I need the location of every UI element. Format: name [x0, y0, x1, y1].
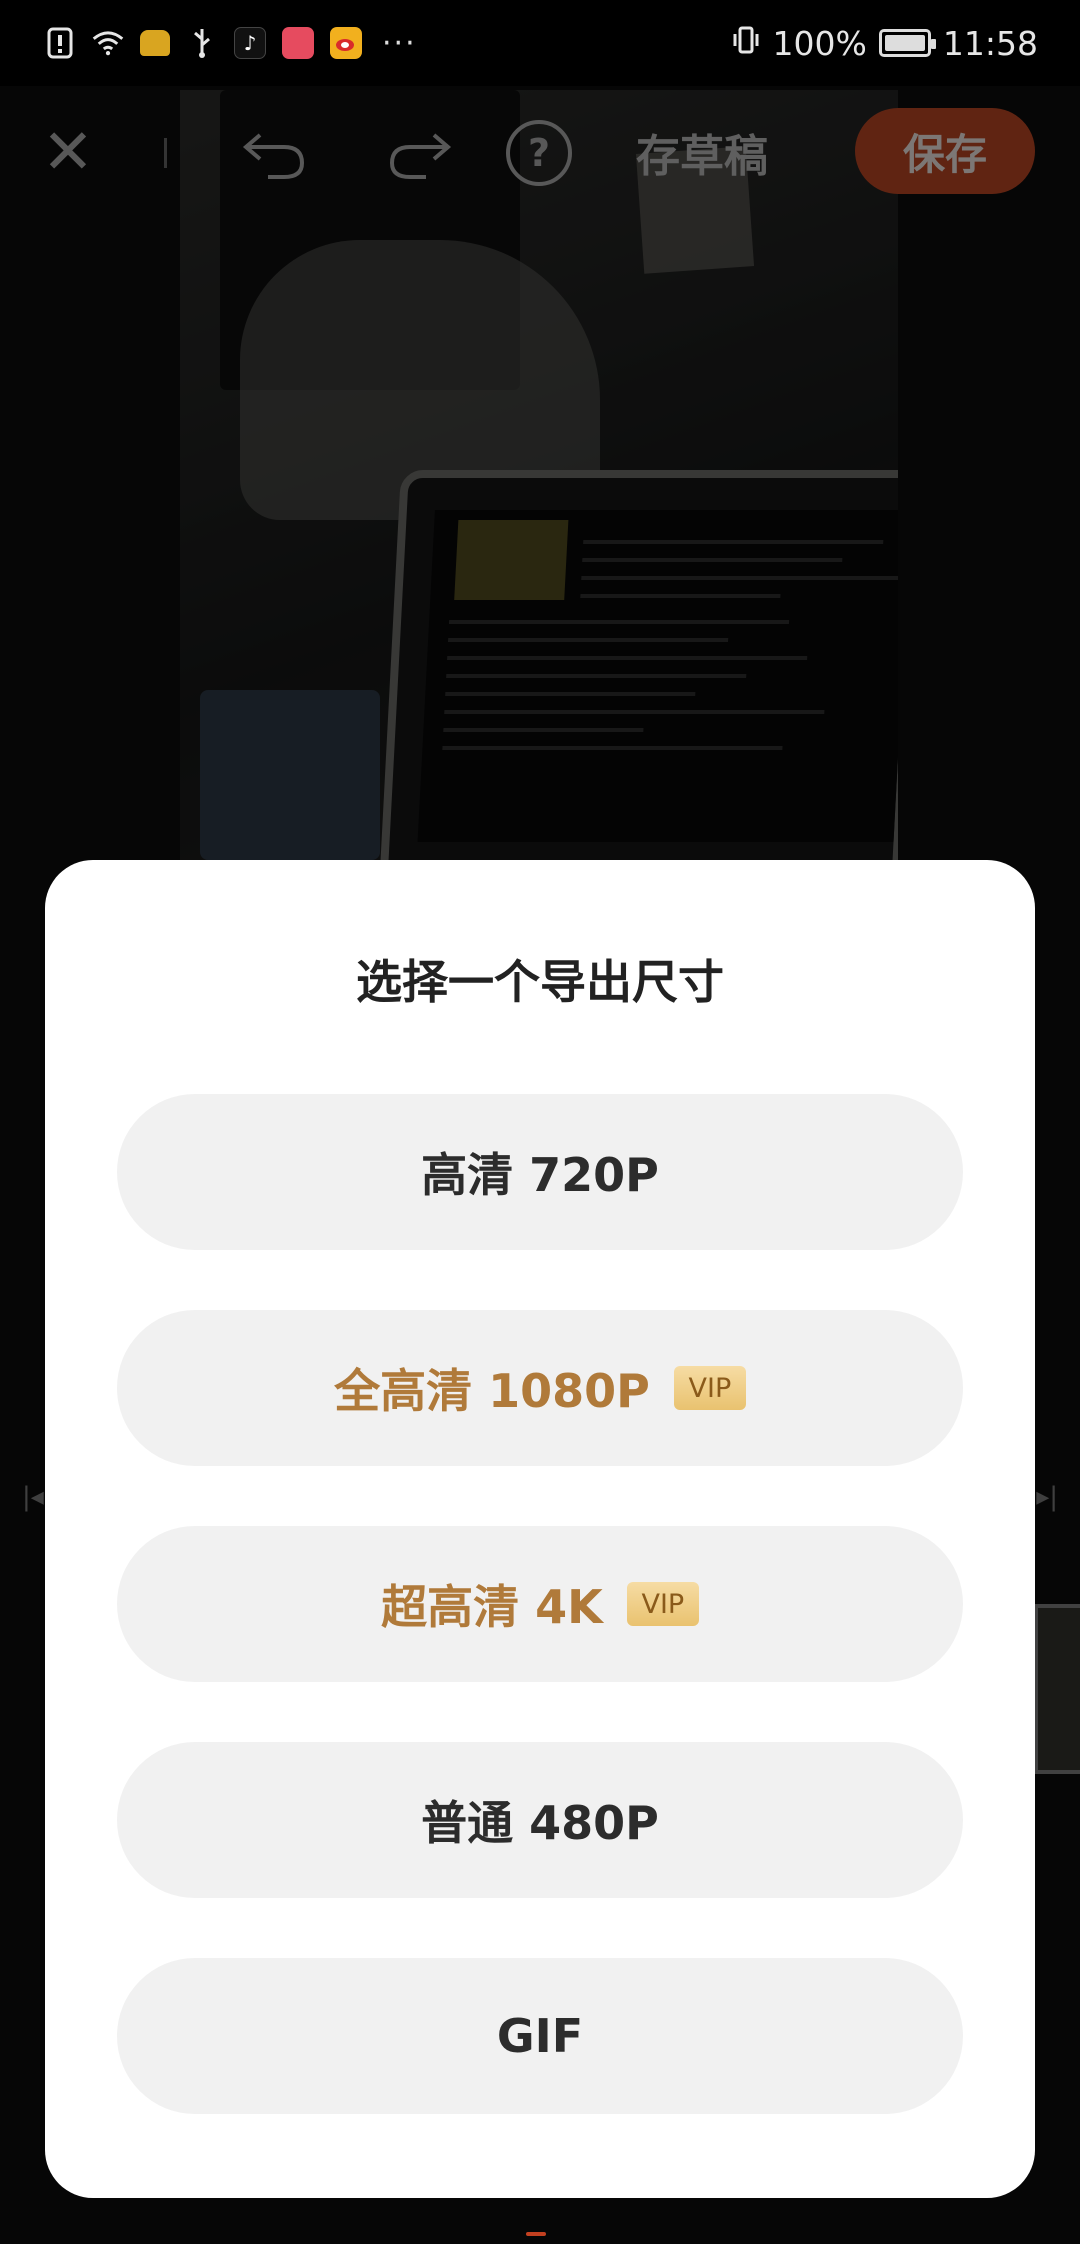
shopping-app-icon — [282, 27, 314, 59]
export-option-720p[interactable]: 高清 720P — [117, 1094, 963, 1250]
export-option-label: 普通 480P — [421, 1796, 659, 1850]
weibo-icon — [330, 27, 362, 59]
alert-icon — [44, 27, 76, 59]
bottom-indicator — [526, 2232, 546, 2236]
export-size-dialog: 选择一个导出尺寸 高清 720P 全高清 1080P VIP 超高清 4K VI… — [45, 860, 1035, 2198]
export-option-label: 超高清 4K — [381, 1580, 603, 1634]
export-option-1080p[interactable]: 全高清 1080P VIP — [117, 1310, 963, 1466]
taxi-app-icon — [140, 30, 170, 56]
wifi-icon — [92, 27, 124, 59]
clock: 11:58 — [942, 23, 1038, 63]
battery-icon — [878, 29, 936, 57]
vip-badge: VIP — [673, 1366, 746, 1410]
export-option-gif[interactable]: GIF — [117, 1958, 963, 2114]
status-bar: ♪ ··· 100% 11:58 — [0, 0, 1080, 86]
vip-badge: VIP — [626, 1582, 699, 1626]
export-option-480p[interactable]: 普通 480P — [117, 1742, 963, 1898]
usb-icon — [186, 27, 218, 59]
vibrate-icon — [731, 24, 761, 63]
more-icon: ··· — [382, 25, 417, 61]
battery-percent: 100% — [772, 23, 867, 63]
export-option-label: 高清 720P — [421, 1148, 659, 1202]
export-option-4k[interactable]: 超高清 4K VIP — [117, 1526, 963, 1682]
dialog-title: 选择一个导出尺寸 — [356, 955, 724, 1009]
export-option-label: GIF — [496, 2009, 584, 2063]
tiktok-icon: ♪ — [234, 27, 266, 59]
export-option-label: 全高清 1080P — [334, 1364, 650, 1418]
